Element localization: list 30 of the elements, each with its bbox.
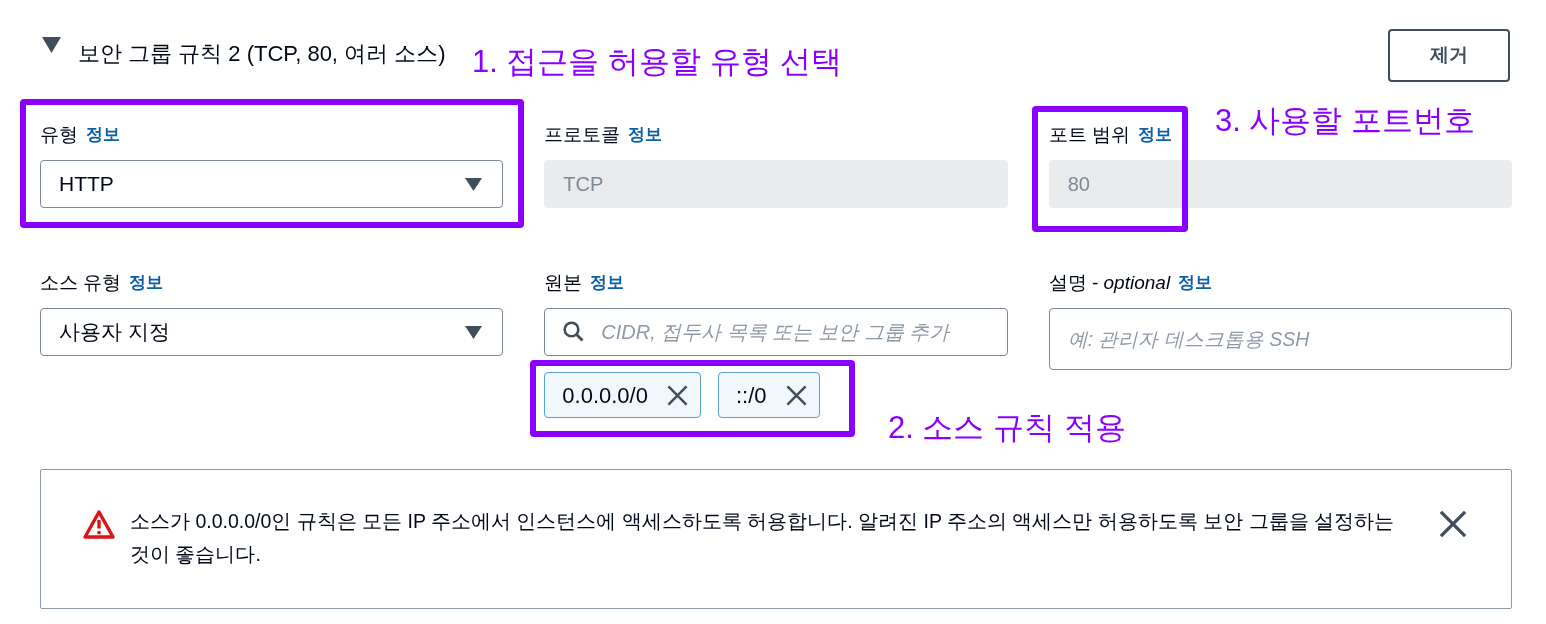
token-label: ::/0 <box>735 381 767 410</box>
caret-icon <box>465 177 483 191</box>
info-link[interactable]: 정보 <box>1178 270 1213 296</box>
rule-title: 보안 그룹 규칙 2 (TCP, 80, 여러 소스) <box>78 40 446 68</box>
field-label: 원본 <box>544 270 583 295</box>
select-field[interactable]: 사용자 지정 <box>40 308 504 356</box>
field-label: 유형 <box>40 122 78 147</box>
alert-message: 소스가 0.0.0.0/0인 규칙은 모든 IP 주소에서 인스턴스에 액세스하도록 허용합니다. 알려진 IP 주소의 액세스만 허용하도록 보안 그룹을 설정하는 것이 좋습니다. <box>130 508 1396 567</box>
warning-icon <box>83 509 115 539</box>
search-icon <box>563 321 585 342</box>
caret-icon <box>465 325 483 339</box>
remove-button[interactable]: 제거 <box>1388 29 1510 82</box>
field-label: 포트 범위 <box>1048 122 1130 147</box>
info-link[interactable]: 정보 <box>590 270 625 296</box>
annotation-label: 3. 사용할 포트번호 <box>1215 102 1476 140</box>
close-icon[interactable] <box>785 384 807 406</box>
info-link[interactable]: 정보 <box>86 122 120 148</box>
description-field[interactable]: 예: 관리자 데스크톱용 SSH <box>1048 308 1512 370</box>
field-label: 설명 - optional <box>1048 270 1171 295</box>
select-field[interactable]: HTTP <box>40 160 504 208</box>
field-label: 소스 유형 <box>40 270 122 295</box>
field-label: 프로토콜 <box>544 122 621 147</box>
close-icon[interactable] <box>1439 509 1467 538</box>
annotation-label: 2. 소스 규칙 적용 <box>888 409 1126 447</box>
token-label: 0.0.0.0/0 <box>562 381 648 410</box>
close-icon[interactable] <box>666 384 688 406</box>
search-field[interactable]: CIDR, 접두사 목록 또는 보안 그룹 추가 <box>544 308 1008 356</box>
caret-icon[interactable] <box>42 36 61 53</box>
annotation-label: 1. 접근을 허용할 유형 선택 <box>472 43 843 81</box>
info-link[interactable]: 정보 <box>129 270 164 296</box>
